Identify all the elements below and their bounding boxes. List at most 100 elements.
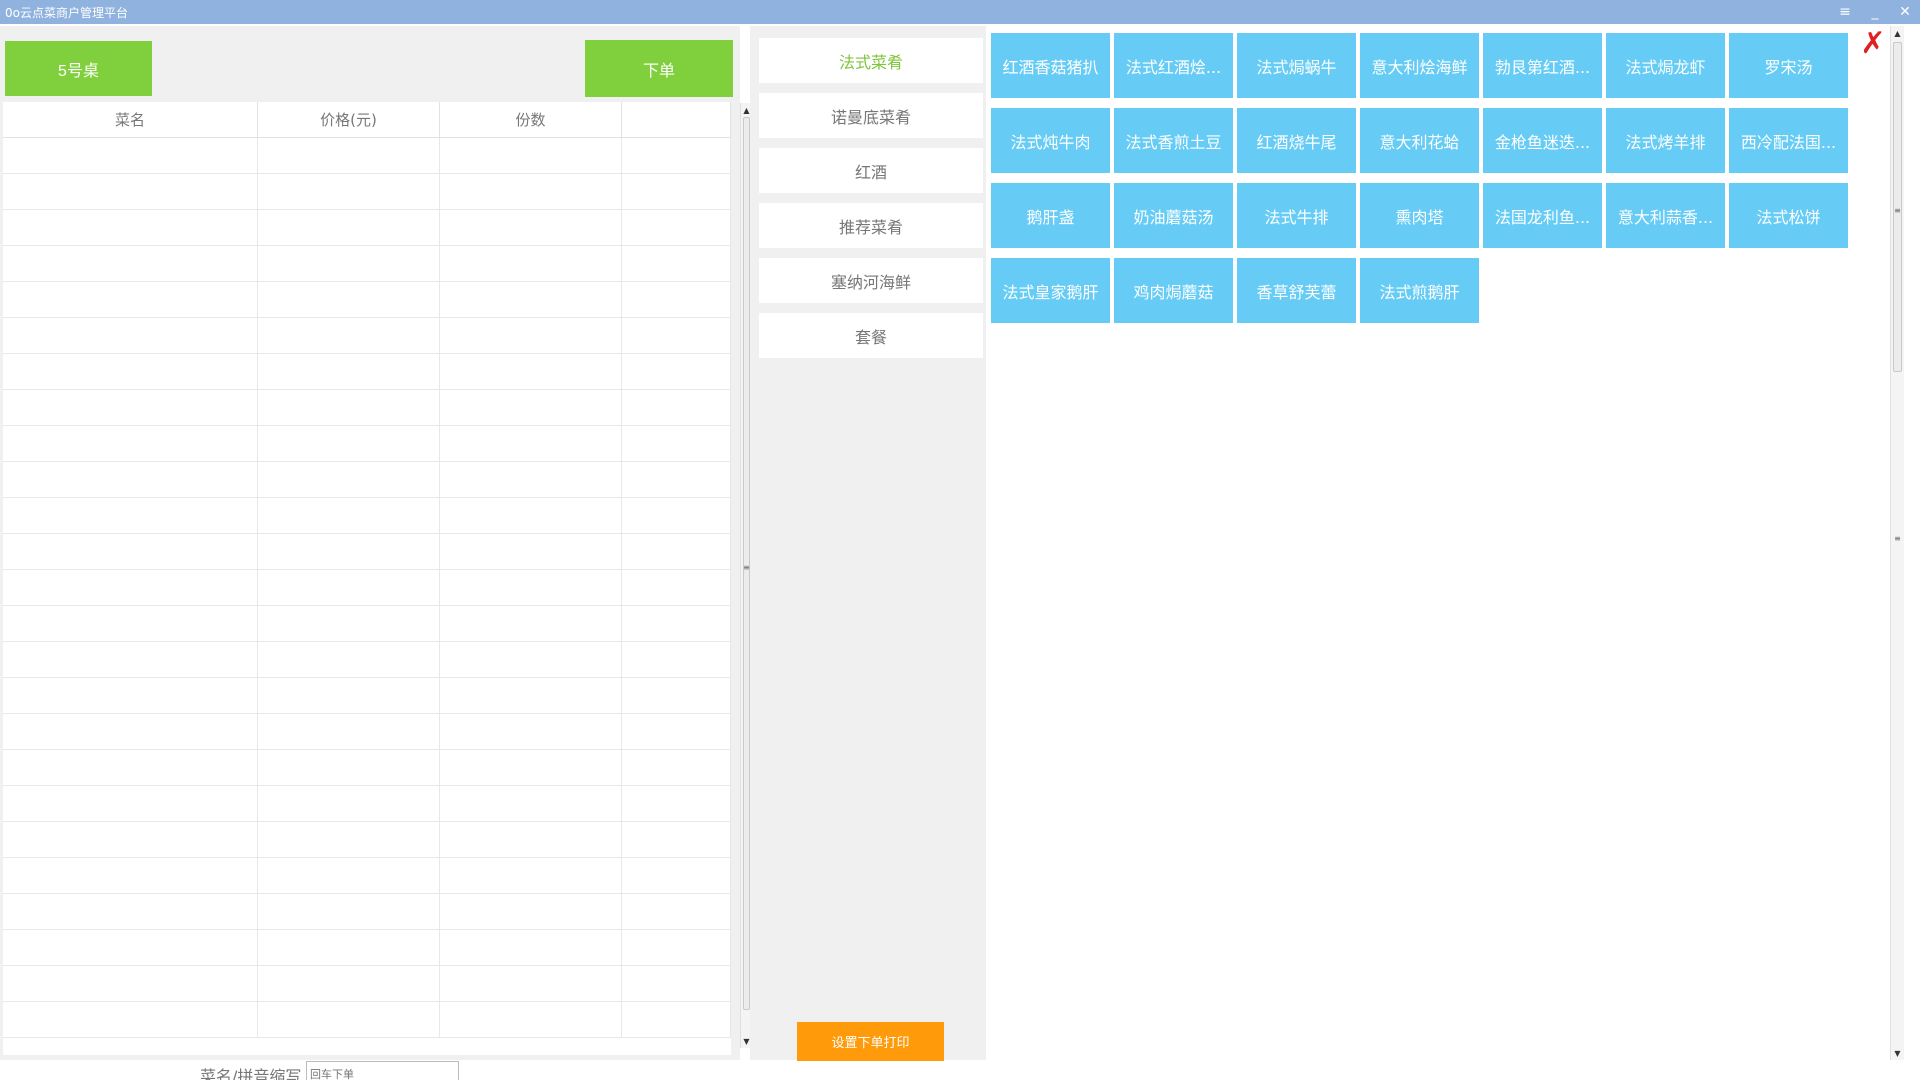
close-icon[interactable]: ✗ <box>1858 26 1888 61</box>
column-header-extra <box>622 102 731 138</box>
column-header-name[interactable]: 菜名 <box>3 102 258 138</box>
dish-button[interactable]: 法式焗龙虾 <box>1606 33 1725 98</box>
table-row[interactable] <box>3 354 731 390</box>
category-panel: 法式菜肴诺曼底菜肴红酒推荐菜肴塞纳河海鲜套餐 设置下单打印 <box>750 26 986 1061</box>
category-item[interactable]: 套餐 <box>759 313 983 358</box>
category-item[interactable]: 塞纳河海鲜 <box>759 258 983 303</box>
dish-button[interactable]: 西冷配法国... <box>1729 108 1848 173</box>
table-row[interactable] <box>3 462 731 498</box>
table-cell <box>440 174 622 210</box>
table-row[interactable] <box>3 390 731 426</box>
dish-button[interactable]: 鹅肝盏 <box>991 183 1110 248</box>
dish-button[interactable]: 熏肉塔 <box>1360 183 1479 248</box>
table-row[interactable] <box>3 822 731 858</box>
table-cell <box>440 714 622 750</box>
table-row[interactable] <box>3 282 731 318</box>
dish-button[interactable]: 勃艮第红酒... <box>1483 33 1602 98</box>
dish-button[interactable]: 意大利花蛤 <box>1360 108 1479 173</box>
table-row[interactable] <box>3 246 731 282</box>
window-close-icon[interactable]: ✕ <box>1890 0 1920 24</box>
table-row[interactable] <box>3 1002 731 1038</box>
dish-button[interactable]: 鸡肉焗蘑菇 <box>1114 258 1233 323</box>
table-row[interactable] <box>3 858 731 894</box>
grip-icon: ≡ <box>1894 206 1901 215</box>
table-cell <box>258 930 440 966</box>
table-row[interactable] <box>3 210 731 246</box>
table-cell <box>258 174 440 210</box>
dish-button[interactable]: 法式烤羊排 <box>1606 108 1725 173</box>
dish-button[interactable]: 奶油蘑菇汤 <box>1114 183 1233 248</box>
dish-button[interactable]: 红酒香菇猪扒 <box>991 33 1110 98</box>
table-row[interactable] <box>3 750 731 786</box>
order-panel: 5号桌 下单 菜名 价格(元) 份数 ▲ ≡ ▼ 菜名/拼音缩写 <box>0 26 752 1080</box>
table-row[interactable] <box>3 606 731 642</box>
dish-search-input[interactable] <box>306 1061 459 1080</box>
table-row[interactable] <box>3 642 731 678</box>
table-cell <box>622 714 731 750</box>
dish-button[interactable]: 意大利蒜香... <box>1606 183 1725 248</box>
table-cell <box>258 570 440 606</box>
scroll-down-icon[interactable]: ▼ <box>1891 1046 1904 1060</box>
table-cell <box>622 858 731 894</box>
submit-order-button[interactable]: 下单 <box>585 40 733 97</box>
minimize-icon[interactable]: _ <box>1860 0 1890 24</box>
table-row[interactable] <box>3 894 731 930</box>
table-row[interactable] <box>3 318 731 354</box>
menu-icon[interactable]: ≡ <box>1830 0 1860 24</box>
table-row[interactable] <box>3 786 731 822</box>
table-cell <box>258 318 440 354</box>
table-cell <box>3 318 258 354</box>
table-cell <box>622 570 731 606</box>
table-cell <box>3 282 258 318</box>
dish-button[interactable]: 法式焗蜗牛 <box>1237 33 1356 98</box>
dish-button[interactable]: 金枪鱼迷迭... <box>1483 108 1602 173</box>
dish-scrollbar[interactable]: ▲ ≡ ≡ ▼ <box>1890 26 1904 1060</box>
table-row[interactable] <box>3 930 731 966</box>
table-cell <box>258 462 440 498</box>
table-cell <box>3 498 258 534</box>
dish-button[interactable]: 红酒烧牛尾 <box>1237 108 1356 173</box>
dish-button[interactable]: 法式香煎土豆 <box>1114 108 1233 173</box>
table-cell <box>258 1002 440 1038</box>
column-header-price[interactable]: 价格(元) <box>258 102 440 138</box>
dish-button[interactable]: 香草舒芙蕾 <box>1237 258 1356 323</box>
table-cell <box>258 390 440 426</box>
dish-button[interactable]: 法式皇家鹅肝 <box>991 258 1110 323</box>
dish-button[interactable]: 意大利烩海鲜 <box>1360 33 1479 98</box>
table-cell <box>3 606 258 642</box>
dish-button[interactable]: 法式牛排 <box>1237 183 1356 248</box>
dish-button[interactable]: 法式煎鹅肝 <box>1360 258 1479 323</box>
dish-button[interactable]: 法式炖牛肉 <box>991 108 1110 173</box>
table-cell <box>3 822 258 858</box>
scroll-up-icon[interactable]: ▲ <box>1891 26 1904 40</box>
table-cell <box>258 282 440 318</box>
table-row[interactable] <box>3 714 731 750</box>
dish-button[interactable]: 法国龙利鱼... <box>1483 183 1602 248</box>
category-item[interactable]: 诺曼底菜肴 <box>759 93 983 138</box>
table-row[interactable] <box>3 174 731 210</box>
table-cell <box>258 210 440 246</box>
table-cell <box>622 210 731 246</box>
table-row[interactable] <box>3 570 731 606</box>
dish-button[interactable]: 法式红酒烩... <box>1114 33 1233 98</box>
table-row[interactable] <box>3 426 731 462</box>
table-cell <box>622 894 731 930</box>
table-cell <box>622 498 731 534</box>
table-row[interactable] <box>3 138 731 174</box>
dish-button[interactable]: 罗宋汤 <box>1729 33 1848 98</box>
table-row[interactable] <box>3 966 731 1002</box>
table-row[interactable] <box>3 498 731 534</box>
table-row[interactable] <box>3 534 731 570</box>
column-header-quantity[interactable]: 份数 <box>440 102 622 138</box>
dish-button[interactable]: 法式松饼 <box>1729 183 1848 248</box>
category-item[interactable]: 红酒 <box>759 148 983 193</box>
print-settings-button[interactable]: 设置下单打印 <box>797 1022 944 1061</box>
table-row[interactable] <box>3 678 731 714</box>
category-item[interactable]: 推荐菜肴 <box>759 203 983 248</box>
category-item[interactable]: 法式菜肴 <box>759 38 983 83</box>
table-number-button[interactable]: 5号桌 <box>5 41 152 96</box>
table-cell <box>258 822 440 858</box>
table-cell <box>440 210 622 246</box>
table-cell <box>3 462 258 498</box>
window-title: 0o云点菜商户管理平台 <box>5 5 128 20</box>
